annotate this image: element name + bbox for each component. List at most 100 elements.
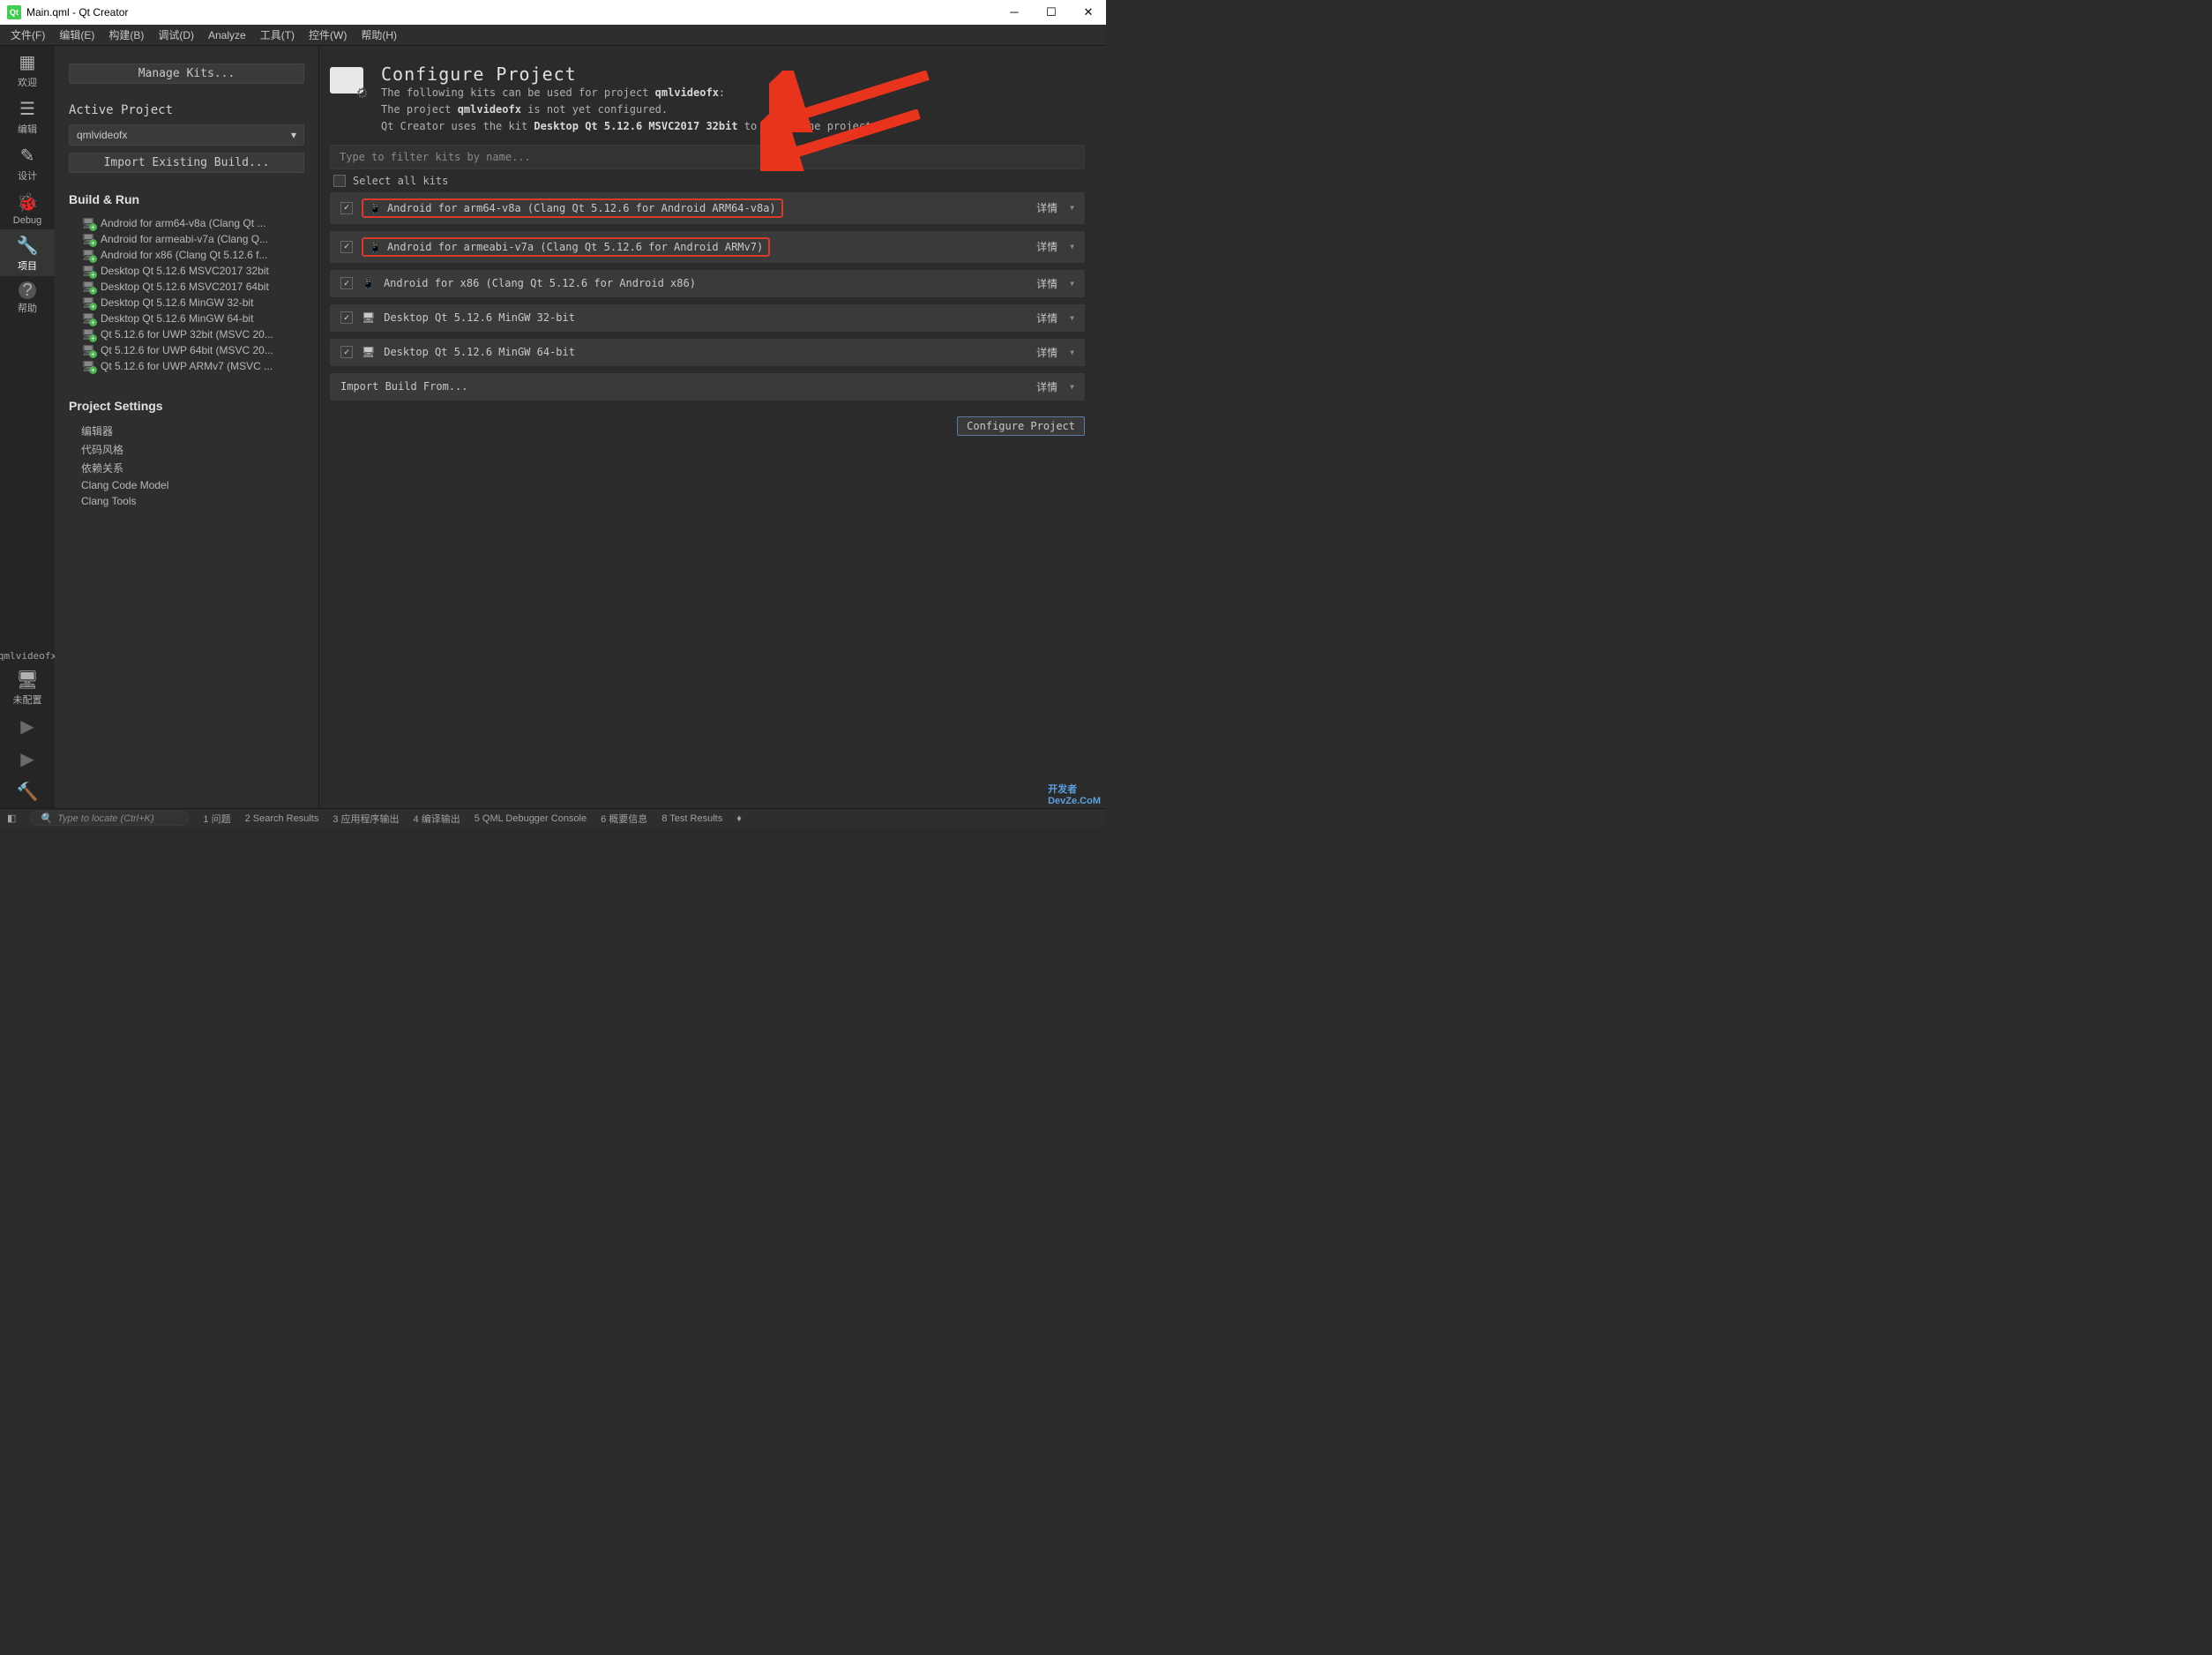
build-button[interactable]: 🔨	[0, 775, 55, 808]
sidebar-kit-item[interactable]: 🖥+Desktop Qt 5.12.6 MSVC2017 64bit	[69, 279, 304, 295]
project-setting-item[interactable]: Clang Tools	[69, 493, 304, 509]
mode-projects[interactable]: 🔧项目	[0, 229, 55, 276]
content-area: ⚙ Configure Project The following kits c…	[319, 46, 1106, 808]
sidebar-kit-item[interactable]: 🖥+Qt 5.12.6 for UWP 32bit (MSVC 20...	[69, 326, 304, 342]
menubar: 文件(F) 编辑(E) 构建(B) 调试(D) Analyze 工具(T) 控件…	[0, 25, 1106, 46]
manage-kits-button[interactable]: Manage Kits...	[69, 64, 304, 84]
mode-debug[interactable]: 🐞Debug	[0, 186, 55, 229]
kit-icon: 🖥+	[81, 328, 95, 341]
menu-edit[interactable]: 编辑(E)	[54, 26, 100, 44]
import-build-button[interactable]: Import Existing Build...	[69, 153, 304, 173]
kit-icon: 🖥+	[81, 312, 95, 325]
kit-card[interactable]: ✓📱Android for armeabi-v7a (Clang Qt 5.12…	[330, 231, 1085, 263]
maximize-button[interactable]: ☐	[1041, 5, 1062, 19]
device-icon: 🖥	[362, 346, 375, 358]
select-all-checkbox[interactable]	[333, 175, 346, 187]
grid-icon: ▦	[0, 51, 55, 73]
folder-gear-icon: ⚙	[330, 64, 369, 102]
kit-checkbox[interactable]: ✓	[340, 346, 353, 358]
kit-card[interactable]: ✓🖥Desktop Qt 5.12.6 MinGW 32-bit详情▼	[330, 304, 1085, 332]
play-icon: ▶	[20, 717, 34, 737]
sb-qml-console[interactable]: 5 QML Debugger Console	[475, 813, 587, 824]
project-dropdown[interactable]: qmlvideofx ▾	[69, 124, 304, 146]
sb-general[interactable]: 6 概要信息	[601, 812, 647, 826]
locator-input[interactable]: 🔍 Type to locate (Ctrl+K)	[30, 811, 189, 826]
close-button[interactable]: ✕	[1078, 5, 1099, 19]
sidebar-kit-item[interactable]: 🖥+Android for x86 (Clang Qt 5.12.6 f...	[69, 247, 304, 263]
mode-help[interactable]: ?帮助	[0, 276, 55, 318]
menu-file[interactable]: 文件(F)	[5, 26, 50, 44]
menu-help[interactable]: 帮助(H)	[355, 26, 402, 44]
project-setting-item[interactable]: 代码风格	[69, 440, 304, 459]
sb-compile-output[interactable]: 4 编译输出	[414, 812, 460, 826]
debug-run-button[interactable]: ▶	[0, 743, 55, 775]
kit-icon: 🖥+	[81, 296, 95, 309]
kit-checkbox[interactable]: ✓	[340, 241, 353, 253]
project-setting-item[interactable]: Clang Code Model	[69, 477, 304, 493]
sidebar-kit-item[interactable]: 🖥+Qt 5.12.6 for UWP 64bit (MSVC 20...	[69, 342, 304, 358]
kit-checkbox[interactable]: ✓	[340, 311, 353, 324]
sb-issues[interactable]: 1 问题	[203, 812, 230, 826]
chevron-down-icon: ▼	[1070, 204, 1074, 212]
kit-icon: 🖥+	[81, 360, 95, 372]
kit-icon: 🖥+	[81, 344, 95, 356]
sb-app-output[interactable]: 3 应用程序输出	[333, 812, 399, 826]
import-build-row[interactable]: Import Build From... 详情 ▼	[330, 373, 1085, 401]
menu-debug[interactable]: 调试(D)	[153, 26, 199, 44]
kit-icon: 🖥+	[81, 249, 95, 261]
project-setting-item[interactable]: 依赖关系	[69, 459, 304, 477]
chevron-down-icon: ▼	[1070, 383, 1074, 391]
kit-filter-input[interactable]: Type to filter kits by name...	[330, 145, 1085, 169]
sidebar-kit-item[interactable]: 🖥+Desktop Qt 5.12.6 MinGW 64-bit	[69, 311, 304, 326]
pencil-icon: ✎	[0, 145, 55, 167]
kit-selector[interactable]: 🖥未配置	[0, 665, 55, 710]
kit-detail-button[interactable]: 详情	[1036, 200, 1057, 215]
device-icon: 📱	[369, 202, 382, 214]
kit-detail-button[interactable]: 详情	[1036, 276, 1057, 291]
kit-icon: 🖥+	[81, 233, 95, 245]
wrench-icon: 🔧	[0, 235, 55, 257]
menu-widgets[interactable]: 控件(W)	[303, 26, 352, 44]
kit-detail-button[interactable]: 详情	[1036, 311, 1057, 326]
menu-tools[interactable]: 工具(T)	[255, 26, 300, 44]
menu-analyze[interactable]: Analyze	[203, 27, 251, 43]
project-sidebar: Manage Kits... Active Project qmlvideofx…	[55, 46, 319, 808]
configure-title: Configure Project	[381, 64, 878, 85]
sidebar-kit-item[interactable]: 🖥+Desktop Qt 5.12.6 MSVC2017 32bit	[69, 263, 304, 279]
sidebar-toggle-icon[interactable]: ◧	[7, 813, 16, 824]
kit-checkbox[interactable]: ✓	[340, 202, 353, 214]
configure-subtitle: The following kits can be used for proje…	[381, 85, 878, 136]
kit-detail-button[interactable]: 详情	[1036, 345, 1057, 360]
kit-card[interactable]: ✓📱Android for arm64-v8a (Clang Qt 5.12.6…	[330, 192, 1085, 224]
output-pane-selector-icon[interactable]: ♦	[736, 813, 742, 824]
device-icon: 🖥	[362, 311, 375, 324]
sidebar-kit-item[interactable]: 🖥+Android for armeabi-v7a (Clang Q...	[69, 231, 304, 247]
sb-search-results[interactable]: 2 Search Results	[245, 813, 319, 824]
mode-design[interactable]: ✎设计	[0, 139, 55, 186]
active-project-heading: Active Project	[69, 103, 304, 117]
kit-card[interactable]: ✓📱Android for x86 (Clang Qt 5.12.6 for A…	[330, 270, 1085, 297]
sidebar-kit-item[interactable]: 🖥+Desktop Qt 5.12.6 MinGW 32-bit	[69, 295, 304, 311]
mode-edit[interactable]: ☰编辑	[0, 93, 55, 139]
chevron-down-icon: ▼	[1070, 280, 1074, 288]
mode-welcome[interactable]: ▦欢迎	[0, 46, 55, 93]
search-icon: 🔍	[40, 813, 52, 824]
project-settings-heading: Project Settings	[69, 399, 304, 413]
window-title: Main.qml - Qt Creator	[26, 6, 1004, 19]
menu-build[interactable]: 构建(B)	[103, 26, 149, 44]
device-icon: 📱	[369, 241, 382, 253]
kit-card[interactable]: ✓🖥Desktop Qt 5.12.6 MinGW 64-bit详情▼	[330, 339, 1085, 366]
configure-project-button[interactable]: Configure Project	[957, 416, 1085, 436]
chevron-down-icon: ▼	[1070, 348, 1074, 356]
sidebar-kit-item[interactable]: 🖥+Android for arm64-v8a (Clang Qt ...	[69, 215, 304, 231]
minimize-button[interactable]: ─	[1004, 5, 1025, 19]
window-title-bar: Qt Main.qml - Qt Creator ─ ☐ ✕	[0, 0, 1106, 25]
kit-checkbox[interactable]: ✓	[340, 277, 353, 289]
sidebar-kit-item[interactable]: 🖥+Qt 5.12.6 for UWP ARMv7 (MSVC ...	[69, 358, 304, 374]
select-all-kits[interactable]: Select all kits	[330, 169, 1085, 192]
run-button[interactable]: ▶	[0, 710, 55, 743]
kit-detail-button[interactable]: 详情	[1036, 239, 1057, 254]
document-icon: ☰	[0, 98, 55, 120]
project-setting-item[interactable]: 编辑器	[69, 422, 304, 440]
sb-test-results[interactable]: 8 Test Results	[661, 813, 722, 824]
